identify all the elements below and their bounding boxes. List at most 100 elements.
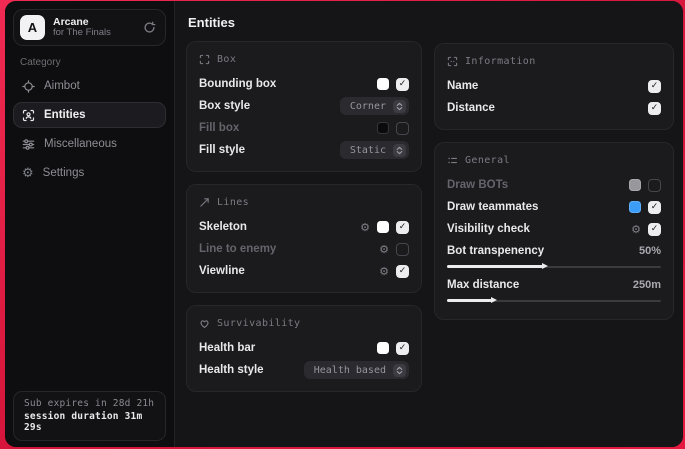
checkbox[interactable] (648, 102, 661, 115)
checkbox[interactable] (396, 342, 409, 355)
setting-label: Visibility check (447, 223, 530, 235)
page-title: Entities (188, 15, 674, 30)
slider-handle-icon[interactable] (542, 263, 548, 269)
panel-general: General Draw BOTs Draw teammates (434, 142, 674, 320)
sidebar-item-entities[interactable]: Entities (13, 102, 166, 128)
gear-icon[interactable]: ⚙ (379, 244, 389, 255)
info-scan-icon (447, 56, 458, 67)
app-header-card: A Arcane for The Finals (13, 9, 166, 46)
slider-fill[interactable] (447, 299, 492, 302)
setting-row-line-to-enemy: Line to enemy ⚙ (199, 238, 409, 260)
list-icon (447, 155, 458, 166)
setting-label: Name (447, 80, 478, 92)
checkbox[interactable] (648, 179, 661, 192)
crosshair-icon (22, 80, 35, 93)
checkbox[interactable] (396, 265, 409, 278)
checkbox[interactable] (396, 78, 409, 91)
setting-row-health-bar: Health bar (199, 337, 409, 359)
color-swatch[interactable] (629, 179, 641, 191)
setting-row-box-style: Box style Corner (199, 95, 409, 117)
sub-expiry-text: Sub expires in 28d 21h (24, 398, 155, 409)
setting-label: Distance (447, 102, 495, 114)
max-distance-slider[interactable] (447, 296, 661, 305)
setting-row-distance: Distance (447, 97, 661, 119)
box-style-dropdown[interactable]: Corner (340, 97, 409, 115)
setting-label: Fill box (199, 122, 239, 134)
panel-survivability: Survivability Health bar Health style He… (186, 305, 422, 392)
unfold-icon (393, 364, 406, 377)
sliders-icon (22, 138, 35, 151)
setting-row-visibility-check: Visibility check ⚙ (447, 218, 661, 240)
panel-box: Box Bounding box Box style Corner (186, 41, 422, 172)
fill-style-dropdown[interactable]: Static (340, 141, 409, 159)
setting-row-draw-bots: Draw BOTs (447, 174, 661, 196)
dropdown-value: Health based (314, 365, 386, 376)
avatar: A (20, 15, 45, 40)
setting-label: Viewline (199, 265, 245, 277)
subscription-card: Sub expires in 28d 21h session duration … (13, 391, 166, 441)
color-swatch[interactable] (377, 122, 389, 134)
setting-row-bot-transparency: Bot transpenency 50% (447, 241, 661, 271)
setting-row-name: Name (447, 75, 661, 97)
setting-row-fill-style: Fill style Static (199, 139, 409, 161)
color-swatch[interactable] (377, 78, 389, 90)
panel-title: Lines (217, 197, 249, 208)
panel-lines: Lines Skeleton ⚙ Line to enemy ⚙ (186, 184, 422, 293)
setting-label: Line to enemy (199, 243, 276, 255)
color-swatch[interactable] (377, 342, 389, 354)
checkbox[interactable] (396, 221, 409, 234)
sidebar-item-label: Settings (43, 167, 85, 179)
sidebar-item-settings[interactable]: ⚙ Settings (13, 160, 166, 186)
slider-fill[interactable] (447, 265, 543, 268)
setting-row-skeleton: Skeleton ⚙ (199, 216, 409, 238)
setting-label: Max distance (447, 279, 519, 291)
panel-title: General (465, 155, 510, 166)
dropdown-value: Static (350, 145, 386, 156)
gear-icon[interactable]: ⚙ (360, 222, 370, 233)
slider-value: 250m (633, 279, 661, 291)
color-swatch[interactable] (629, 201, 641, 213)
main-content: Entities Box (175, 1, 683, 447)
app-window: A Arcane for The Finals Category Aimbot (5, 1, 683, 447)
setting-row-health-style: Health style Health based (199, 359, 409, 381)
app-subtitle: for The Finals (53, 28, 111, 39)
unfold-icon (393, 144, 406, 157)
sidebar-item-miscellaneous[interactable]: Miscellaneous (13, 131, 166, 157)
checkbox[interactable] (648, 80, 661, 93)
setting-row-viewline: Viewline ⚙ (199, 260, 409, 282)
setting-row-bounding-box: Bounding box (199, 73, 409, 95)
checkbox[interactable] (648, 223, 661, 236)
bot-transparency-slider[interactable] (447, 262, 661, 271)
checkbox[interactable] (396, 243, 409, 256)
sidebar-item-aimbot[interactable]: Aimbot (13, 73, 166, 99)
gear-icon[interactable]: ⚙ (631, 224, 641, 235)
setting-label: Bot transpenency (447, 245, 544, 257)
health-style-dropdown[interactable]: Health based (304, 361, 409, 379)
slider-handle-icon[interactable] (491, 297, 497, 303)
gear-icon[interactable]: ⚙ (379, 266, 389, 277)
setting-label: Box style (199, 100, 250, 112)
slider-value: 50% (639, 245, 661, 257)
dropdown-value: Corner (350, 101, 386, 112)
session-duration-text: session duration 31m 29s (24, 411, 155, 433)
checkbox[interactable] (648, 201, 661, 214)
setting-label: Health style (199, 364, 264, 376)
panel-information: Information Name Distance (434, 43, 674, 130)
panel-title: Box (217, 54, 236, 65)
setting-label: Health bar (199, 342, 255, 354)
unfold-icon (393, 100, 406, 113)
refresh-icon[interactable] (143, 21, 156, 34)
setting-label: Draw teammates (447, 201, 538, 213)
panel-title: Survivability (217, 318, 300, 329)
setting-row-draw-teammates: Draw teammates (447, 196, 661, 218)
color-swatch[interactable] (377, 221, 389, 233)
sidebar-item-label: Aimbot (44, 80, 80, 92)
checkbox[interactable] (396, 122, 409, 135)
sidebar: A Arcane for The Finals Category Aimbot (5, 1, 175, 447)
setting-label: Fill style (199, 144, 245, 156)
setting-row-fill-box: Fill box (199, 117, 409, 139)
sidebar-item-label: Entities (44, 109, 86, 121)
person-scan-icon (22, 109, 35, 122)
setting-label: Draw BOTs (447, 179, 508, 191)
gear-icon: ⚙ (22, 167, 34, 180)
